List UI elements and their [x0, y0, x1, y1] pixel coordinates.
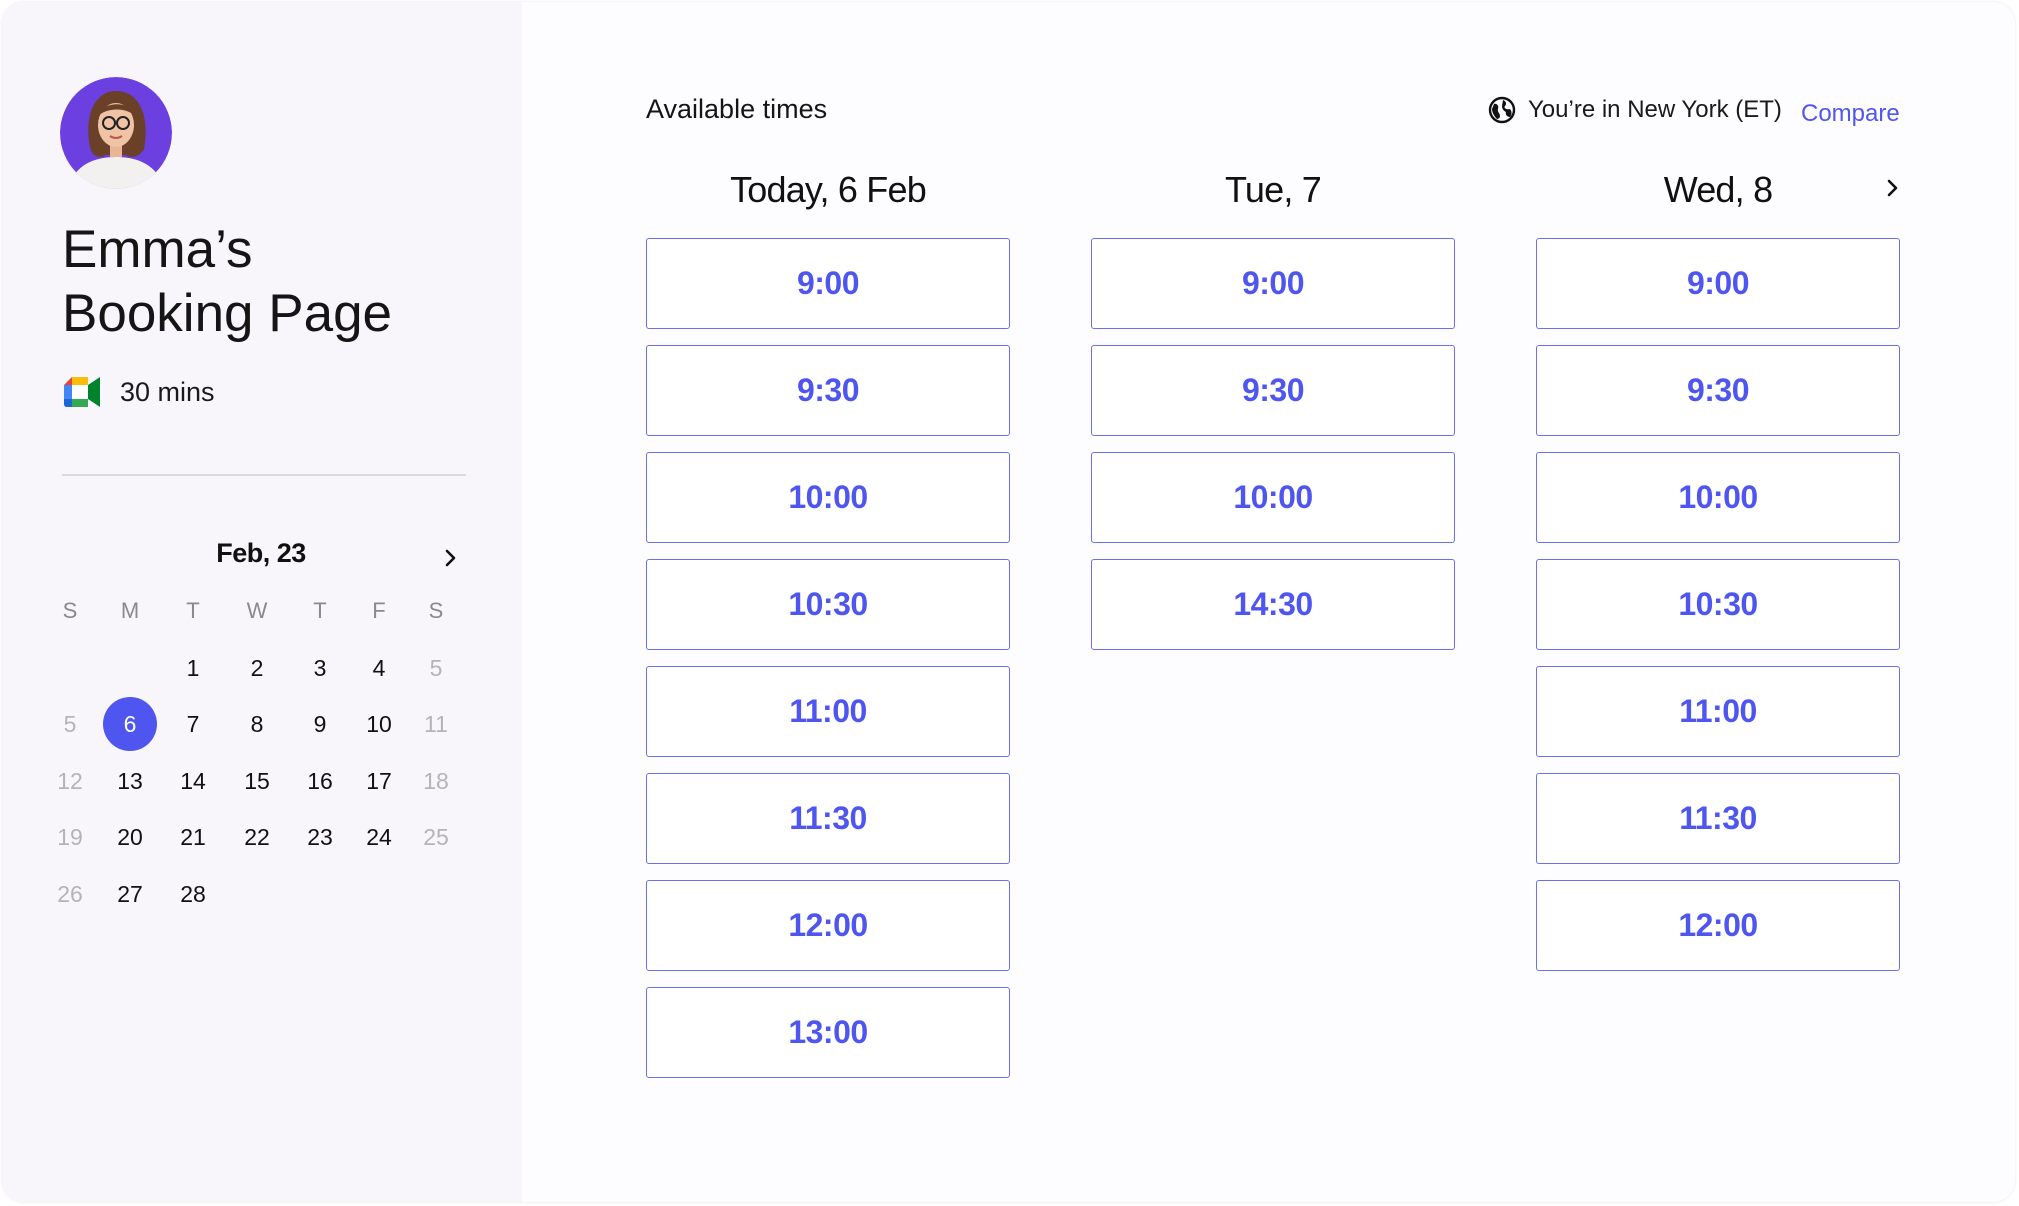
divider — [62, 474, 466, 476]
weekday-header: T — [313, 598, 327, 623]
calendar-day: 5 — [63, 711, 77, 737]
time-slot-button[interactable]: 10:30 — [1536, 559, 1900, 650]
day-column: Wed, 8 9:00 9:30 10:00 10:30 11:00 11:30 12:00 — [1536, 162, 1900, 987]
booking-page: Emma’s Booking Page 30 mins Feb, 23 S M … — [2, 2, 2015, 1202]
available-times-title: Available times — [646, 94, 828, 124]
calendar-day: 5 — [429, 655, 443, 681]
duration-label: 30 mins — [120, 376, 215, 407]
timezone-label: You’re in New York (ET) — [1528, 96, 1782, 123]
chevron-right-icon[interactable] — [436, 540, 466, 576]
weekday-header: M — [120, 598, 140, 623]
day-column: Tue, 7 9:00 9:30 10:00 14:30 — [1091, 162, 1455, 666]
time-slot-button[interactable]: 9:00 — [1091, 238, 1455, 329]
calendar-month-label: Feb, 23 — [216, 538, 306, 568]
avatar — [60, 77, 172, 189]
time-slot-button[interactable]: 9:30 — [1091, 345, 1455, 436]
time-slot-button[interactable]: 10:00 — [1536, 452, 1900, 543]
calendar-day[interactable]: 17 — [352, 754, 406, 808]
time-slot-button[interactable]: 12:00 — [1536, 880, 1900, 971]
time-slot-button[interactable]: 10:00 — [1091, 452, 1455, 543]
google-meet-icon — [64, 377, 100, 407]
time-slot-button[interactable]: 14:30 — [1091, 559, 1455, 650]
globe-icon — [1488, 96, 1516, 124]
day-column: Today, 6 Feb 9:00 9:30 10:00 10:30 11:00 11:30… — [646, 162, 1010, 1094]
calendar-day[interactable]: 22 — [230, 810, 284, 864]
calendar-day[interactable]: 24 — [352, 810, 406, 864]
weekday-header: W — [246, 598, 268, 623]
calendar-day[interactable]: 20 — [103, 810, 157, 864]
time-slot-button[interactable]: 13:00 — [646, 987, 1010, 1078]
chevron-right-icon[interactable] — [1878, 170, 1908, 206]
calendar-day: 18 — [423, 768, 449, 794]
calendar-day[interactable]: 7 — [166, 697, 220, 751]
weekday-header: F — [372, 598, 386, 623]
calendar-day[interactable]: 13 — [103, 754, 157, 808]
time-slot-button[interactable]: 11:00 — [646, 666, 1010, 757]
duration-row: 30 mins — [64, 374, 215, 410]
calendar-day: 26 — [57, 881, 83, 907]
time-slot-button[interactable]: 11:30 — [1536, 773, 1900, 864]
calendar-day[interactable]: 23 — [293, 810, 347, 864]
day-heading: Wed, 8 — [1663, 169, 1773, 210]
time-slot-button[interactable]: 10:00 — [646, 452, 1010, 543]
calendar-day[interactable]: 4 — [352, 641, 406, 695]
time-slot-button[interactable]: 12:00 — [646, 880, 1010, 971]
calendar-day[interactable]: 15 — [230, 754, 284, 808]
calendar-day[interactable]: 21 — [166, 810, 220, 864]
page-title: Emma’s Booking Page — [62, 220, 393, 343]
weekday-header: S — [62, 598, 78, 623]
calendar-day: 12 — [57, 768, 83, 794]
time-slot-button[interactable]: 9:00 — [646, 238, 1010, 329]
calendar-day: 19 — [57, 824, 83, 850]
day-heading: Today, 6 Feb — [730, 169, 927, 210]
timezone-indicator: You’re in New York (ET) — [1488, 96, 1782, 124]
calendar-day[interactable]: 9 — [293, 697, 347, 751]
time-slot-button[interactable]: 10:30 — [646, 559, 1010, 650]
calendar-day: 25 — [423, 824, 449, 850]
calendar-day[interactable]: 27 — [103, 867, 157, 921]
sidebar: Emma’s Booking Page 30 mins Feb, 23 S M … — [2, 2, 522, 1202]
time-slot-button[interactable]: 9:00 — [1536, 238, 1900, 329]
calendar-day[interactable]: 28 — [166, 867, 220, 921]
time-slot-button[interactable]: 9:30 — [646, 345, 1010, 436]
time-slot-button[interactable]: 11:00 — [1536, 666, 1900, 757]
compare-link[interactable]: Compare — [1801, 100, 1900, 128]
calendar-day-selected[interactable]: 6 — [103, 697, 157, 751]
calendar-day: 11 — [424, 711, 448, 737]
calendar-header: Feb, 23 — [62, 538, 466, 578]
calendar-day[interactable]: 8 — [230, 697, 284, 751]
calendar-day[interactable]: 3 — [293, 641, 347, 695]
weekday-header: T — [186, 598, 200, 623]
day-heading: Tue, 7 — [1225, 169, 1322, 210]
time-slot-button[interactable]: 11:30 — [646, 773, 1010, 864]
weekday-header: S — [428, 598, 444, 623]
calendar-day[interactable]: 14 — [166, 754, 220, 808]
calendar-day[interactable]: 2 — [230, 641, 284, 695]
calendar-day[interactable]: 16 — [293, 754, 347, 808]
calendar-day[interactable]: 1 — [166, 641, 220, 695]
calendar-day[interactable]: 10 — [352, 697, 406, 751]
time-slot-button[interactable]: 9:30 — [1536, 345, 1900, 436]
